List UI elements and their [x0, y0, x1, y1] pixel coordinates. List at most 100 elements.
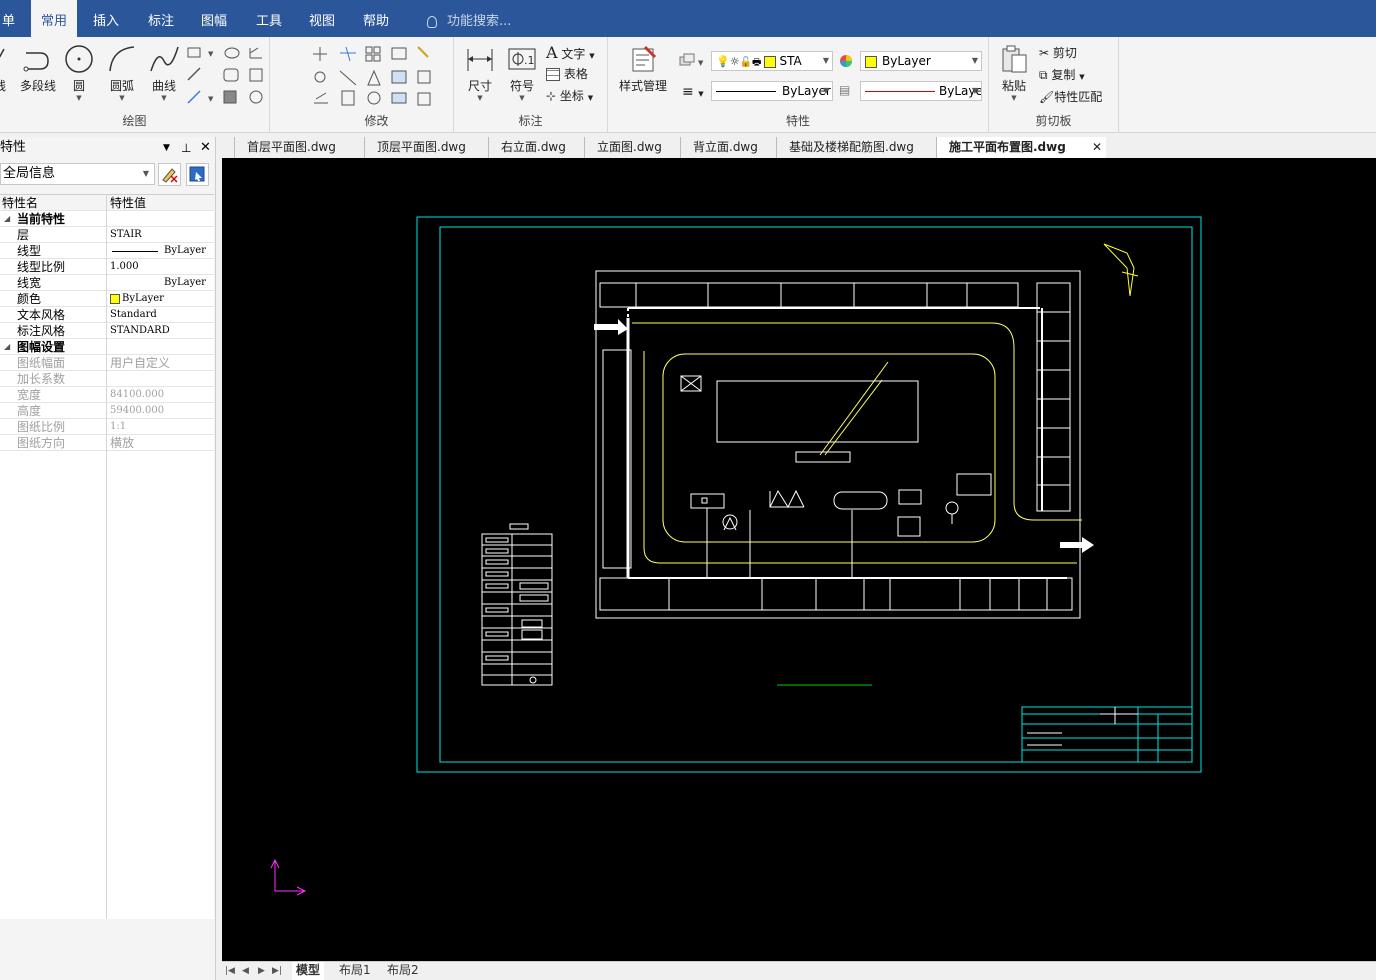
coordinate-button[interactable]: ⊹ 坐标 ▼ [546, 87, 593, 104]
collapse-icon[interactable]: ◢ [4, 211, 10, 227]
first-layout-icon[interactable]: |◀ [225, 962, 235, 980]
tab-label: 基础及楼梯配筋图.dwg [789, 140, 914, 154]
tab-doc-3[interactable]: 右立面.dwg [488, 137, 580, 158]
panel-header: 特性 ▼ ⊥ ✕ [0, 137, 216, 159]
prop-row-scale: 图纸比例 1:1 [0, 419, 214, 435]
prop-row-textstyle[interactable]: 文本风格 Standard [0, 307, 214, 323]
clipboard-group-label: 剪切板 [1035, 114, 1072, 128]
tab-doc-1[interactable]: 首层平面图.dwg [234, 137, 359, 158]
cut-label: 剪切 [1052, 46, 1077, 60]
prop-row-color[interactable]: 颜色 ByLayer [0, 291, 214, 307]
svg-text:▼: ▼ [208, 50, 214, 58]
site-road [632, 322, 1082, 564]
layout-tab-2[interactable]: 布局2 [383, 962, 423, 980]
line-button[interactable]: 线 [0, 43, 8, 94]
dimension-button[interactable]: 尺寸 ▼ [462, 43, 498, 102]
paste-label: 粘贴 [1001, 79, 1026, 93]
table-button[interactable]: 表格 [546, 65, 588, 82]
tab-doc-4[interactable]: 立面图.dwg [584, 137, 676, 158]
layout-tab-1[interactable]: 布局1 [335, 962, 375, 980]
color-swatch [865, 55, 877, 68]
color-select[interactable]: ByLayer ▼ [860, 51, 982, 71]
next-layout-icon[interactable]: ▶ [258, 962, 265, 980]
dimension-label: 尺寸 [467, 79, 492, 93]
color-wheel-icon[interactable] [838, 53, 854, 69]
paste-icon [1002, 45, 1027, 73]
polyline-label: 多段线 [19, 79, 56, 93]
drawing-canvas[interactable] [222, 158, 1376, 961]
copy-button[interactable]: ⧉ 复制 ▼ [1039, 66, 1085, 83]
last-layout-icon[interactable]: ▶| [272, 962, 282, 980]
close-icon[interactable]: ✕ [1092, 137, 1102, 157]
tab-label: 布局1 [339, 963, 371, 977]
draw-tools-grid[interactable]: ▼ ▼ [186, 45, 270, 111]
prop-row-height: 高度 59400.000 [0, 403, 214, 419]
ribbon: 线 多段线 圆 ▼ 圆弧 ▼ 曲线 ▼ ▼ ▼ [0, 37, 1376, 133]
match-properties-button[interactable]: 🖌特性匹配 [1039, 88, 1102, 105]
lightbulb-icon: 💡 [716, 55, 730, 68]
menu-item-insert[interactable]: 插入 [85, 0, 127, 37]
tab-doc-5[interactable]: 背立面.dwg [680, 137, 772, 158]
layer-tools-icon[interactable]: ≡ ▼ [682, 84, 704, 100]
curve-label: 曲线 [151, 79, 176, 93]
prop-value: 59400.000 [110, 405, 165, 416]
symbol-button[interactable]: .1 符号 ▼ [504, 43, 540, 102]
copy-label: 复制 [1051, 68, 1076, 82]
feature-search[interactable]: 功能搜索... [420, 0, 511, 37]
prop-row-linetype[interactable]: 线型 ByLayer [0, 243, 214, 259]
curve-button[interactable]: 曲线 ▼ [146, 43, 182, 102]
arc-label: 圆弧 [109, 79, 134, 93]
cut-button[interactable]: ✂ 剪切 [1039, 44, 1077, 61]
linetype-select[interactable]: ByLayer ▼ [711, 81, 833, 101]
category-current[interactable]: ◢ 当前特性 [0, 211, 214, 227]
prop-row-lineweight[interactable]: 线宽 ByLayer [0, 275, 214, 291]
panel-dropdown-icon[interactable]: ▼ [163, 137, 170, 159]
color-value: ByLayer [882, 54, 931, 68]
menu-item-annotate[interactable]: 标注 [140, 0, 182, 37]
lineweight-select[interactable]: ByLaye ▼ [860, 81, 982, 101]
style-manager-button[interactable]: 样式管理 [614, 43, 672, 94]
polyline-button[interactable]: 多段线 [16, 43, 60, 94]
menu-item-home[interactable]: 常用 [31, 0, 77, 37]
circle-button[interactable]: 圆 ▼ [62, 43, 96, 102]
tab-doc-2[interactable]: 顶层平面图.dwg [364, 137, 484, 158]
menu-item-sheet[interactable]: 图幅 [193, 0, 235, 37]
scope-select[interactable]: 全局信息 ▼ [0, 163, 155, 185]
ribbon-group-properties: 样式管理 ▼ ≡ ▼ 💡☼🔓🖶 STA ▼ ByLayer ▼ ByLayer ▼ ▤ … [608, 37, 989, 133]
legend-table [481, 523, 553, 686]
menu-item-file[interactable]: 单 [0, 0, 23, 37]
layer-manager-icon[interactable]: ▼ [678, 53, 708, 69]
arc-button[interactable]: 圆弧 ▼ [102, 43, 142, 102]
prop-value: STAIR [110, 229, 142, 240]
prop-value: STANDARD [110, 325, 170, 336]
layer-select[interactable]: 💡☼🔓🖶 STA ▼ [711, 51, 833, 71]
toggle-pickadd-button[interactable] [158, 163, 181, 186]
lock-icon: 🔓 [739, 57, 753, 68]
modify-tools-grid[interactable] [310, 43, 450, 109]
prop-row-ltscale[interactable]: 线型比例 1.000 [0, 259, 214, 275]
prop-row-layer[interactable]: 层 STAIR [0, 227, 214, 243]
prop-value: 1.000 [110, 261, 139, 272]
quick-select-button[interactable] [186, 163, 209, 186]
prop-name: 层 [17, 228, 30, 242]
text-button[interactable]: A 文字 ▼ [546, 43, 595, 62]
sheet-border [416, 216, 1202, 773]
pin-icon[interactable]: ⊥ [181, 137, 191, 159]
menu-item-tools[interactable]: 工具 [248, 0, 290, 37]
close-icon[interactable]: ✕ [200, 137, 211, 159]
text-label: 文字 [561, 47, 586, 61]
menu-item-help[interactable]: 帮助 [355, 0, 397, 37]
menu-item-view[interactable]: 视图 [301, 0, 343, 37]
cad-drawing[interactable] [222, 158, 1376, 961]
tab-label: 模型 [296, 963, 321, 977]
category-sheet[interactable]: ◢ 图幅设置 [0, 339, 214, 355]
lineweight-preview [865, 91, 935, 92]
prev-layout-icon[interactable]: ◀ [242, 962, 249, 980]
tab-doc-6[interactable]: 基础及楼梯配筋图.dwg [776, 137, 930, 158]
paste-button[interactable]: 粘贴 ▼ [997, 43, 1031, 102]
layout-tab-model[interactable]: 模型 [292, 962, 325, 980]
tab-label: 布局2 [387, 963, 419, 977]
tab-doc-7[interactable]: 施工平面布置图.dwg ✕ [936, 137, 1106, 158]
prop-row-dimstyle[interactable]: 标注风格 STANDARD [0, 323, 214, 339]
collapse-icon[interactable]: ◢ [4, 339, 10, 355]
